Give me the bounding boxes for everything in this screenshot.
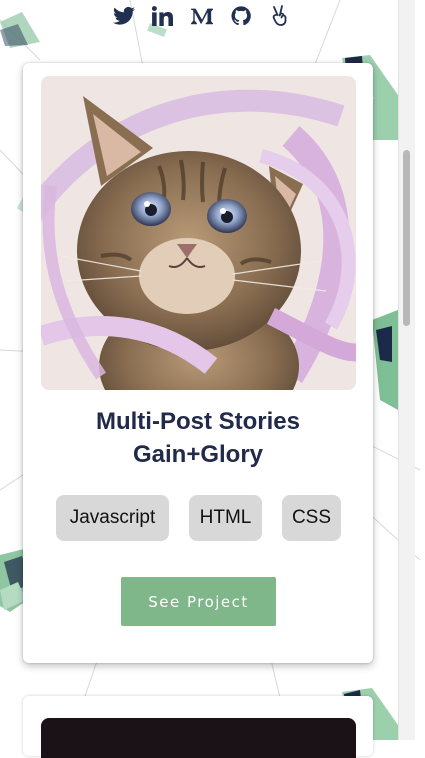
- see-project-button[interactable]: See Project: [121, 577, 276, 626]
- project-title: Multi-Post Stories Gain+Glory: [23, 405, 373, 471]
- tag-javascript[interactable]: Javascript: [56, 495, 169, 541]
- twitter-icon[interactable]: [112, 4, 136, 28]
- github-icon[interactable]: [229, 4, 253, 28]
- project-title-line2: Gain+Glory: [132, 441, 264, 468]
- linkedin-icon[interactable]: [151, 4, 175, 28]
- project-image: [41, 76, 356, 390]
- project-title-line1: Multi-Post Stories: [95, 408, 300, 435]
- scrollbar-thumb[interactable]: [403, 150, 410, 326]
- kitten-photo: [41, 76, 356, 390]
- scrollbar-track[interactable]: [398, 0, 415, 740]
- next-project-card: [23, 696, 373, 758]
- tag-css[interactable]: CSS: [282, 495, 341, 541]
- social-links: [112, 4, 292, 28]
- next-project-image: [41, 718, 356, 758]
- tag-html[interactable]: HTML: [189, 495, 262, 541]
- medium-icon[interactable]: [190, 4, 214, 28]
- tech-tags: Javascript HTML CSS: [23, 495, 373, 543]
- peace-hand-icon[interactable]: [268, 4, 292, 28]
- project-card: Multi-Post Stories Gain+Glory Javascript…: [23, 63, 373, 663]
